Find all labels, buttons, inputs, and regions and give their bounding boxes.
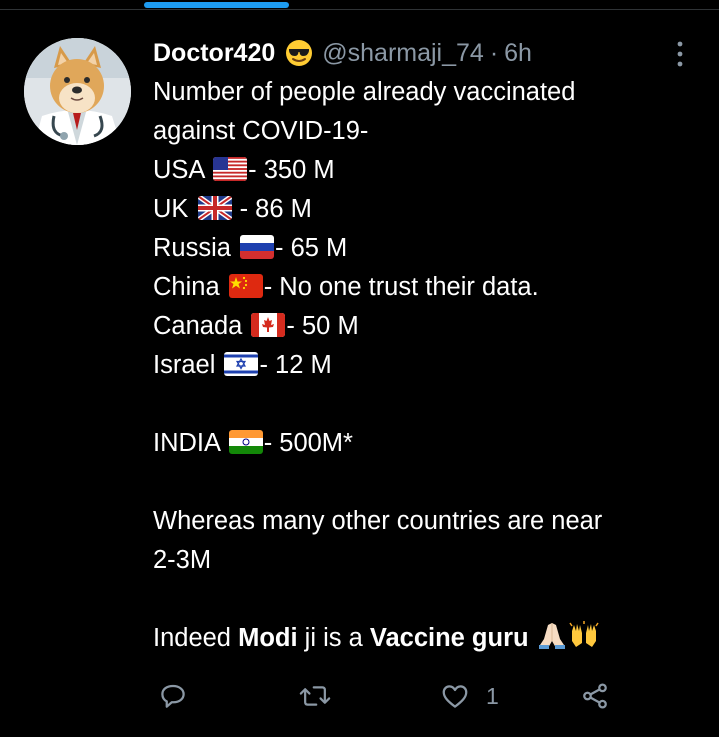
tweet-line: Canada - 50 M [153,307,693,346]
final-text-2: ji is a [297,624,370,652]
tweet-line-text: 2-3M [153,546,212,574]
tweet-line: USA - 350 M [153,151,693,190]
vaccination-count: - 86 M [232,195,312,223]
country-name: Israel [153,351,223,379]
country-name: UK [153,195,196,223]
active-tab-indicator [144,2,289,8]
vaccination-count: - 12 M [259,351,332,379]
country-name: INDIA [153,429,227,457]
tweet-line: Number of people already vaccinated [153,73,693,112]
retweet-button[interactable] [299,676,331,716]
tweet-line-text: against COVID-19- [153,117,369,145]
user-handle[interactable]: @sharmaji_74 [322,39,484,68]
bold-vaccine-guru: Vaccine guru [369,624,529,652]
tweet-actions: 1 [0,676,719,716]
country-name: Russia [153,234,239,262]
avatar[interactable] [24,38,131,145]
country-name: China [153,273,227,301]
share-button[interactable] [580,676,610,716]
tweet-line: INDIA - 500M* [153,424,693,463]
bold-modi: Modi [238,624,298,652]
tweet-line: Israel - 12 M [153,346,693,385]
raising-hands-emoji-icon [568,619,600,651]
like-count: 1 [486,682,499,709]
tweet-text: Number of people already vaccinated again… [153,73,693,658]
flag-il-icon [224,349,259,376]
separator-dot: · [489,38,499,67]
tweet-line: China - No one trust their data. [153,268,693,307]
flag-cn-icon [228,271,263,298]
tweet-line: against COVID-19- [153,112,693,151]
country-name: Canada [153,312,250,340]
flag-in-icon [228,427,263,454]
tweet-timestamp[interactable]: 6h [504,39,532,68]
top-tab-bar [0,0,719,10]
final-text-1: Indeed [153,624,239,652]
sunglasses-emoji-icon [284,38,314,68]
display-name[interactable]: Doctor420 [153,39,275,68]
reply-button[interactable] [158,676,188,716]
folded-hands-emoji-icon [536,619,568,651]
vaccination-count: - 500M* [263,429,353,457]
flag-ca-icon [251,310,286,337]
flag-ru-icon [240,232,275,259]
vaccination-count: - No one trust their data. [263,273,539,301]
like-button[interactable]: 1 [440,676,499,716]
tweet-line: 2-3M [153,541,693,580]
vaccination-count: - 65 M [275,234,348,262]
tweet-header: Doctor420 @sharmaji_74 · 6h [153,38,693,68]
tweet-line: Whereas many other countries are near [153,502,693,541]
share-icon [583,683,607,709]
tweet-line-text: Number of people already vaccinated [153,78,576,106]
tweet-line-final: Indeed Modi ji is a Vaccine guru [153,619,693,658]
country-name: USA [153,156,212,184]
doge-doctor-avatar-image [24,38,131,145]
reply-icon [161,684,185,708]
tweet-line-text: Whereas many other countries are near [153,507,603,535]
flag-uk-icon [196,193,233,223]
heart-icon [442,685,468,708]
vaccination-count: - 350 M [248,156,335,184]
tweet[interactable]: Doctor420 @sharmaji_74 · 6h Number of pe… [0,10,719,737]
tweet-line: UK - 86 M [153,190,693,229]
vaccination-count: - 50 M [286,312,359,340]
flag-us-icon [213,154,248,181]
retweet-icon [299,686,331,706]
tweet-line: Russia - 65 M [153,229,693,268]
tweet-content: Doctor420 @sharmaji_74 · 6h Number of pe… [153,38,693,658]
